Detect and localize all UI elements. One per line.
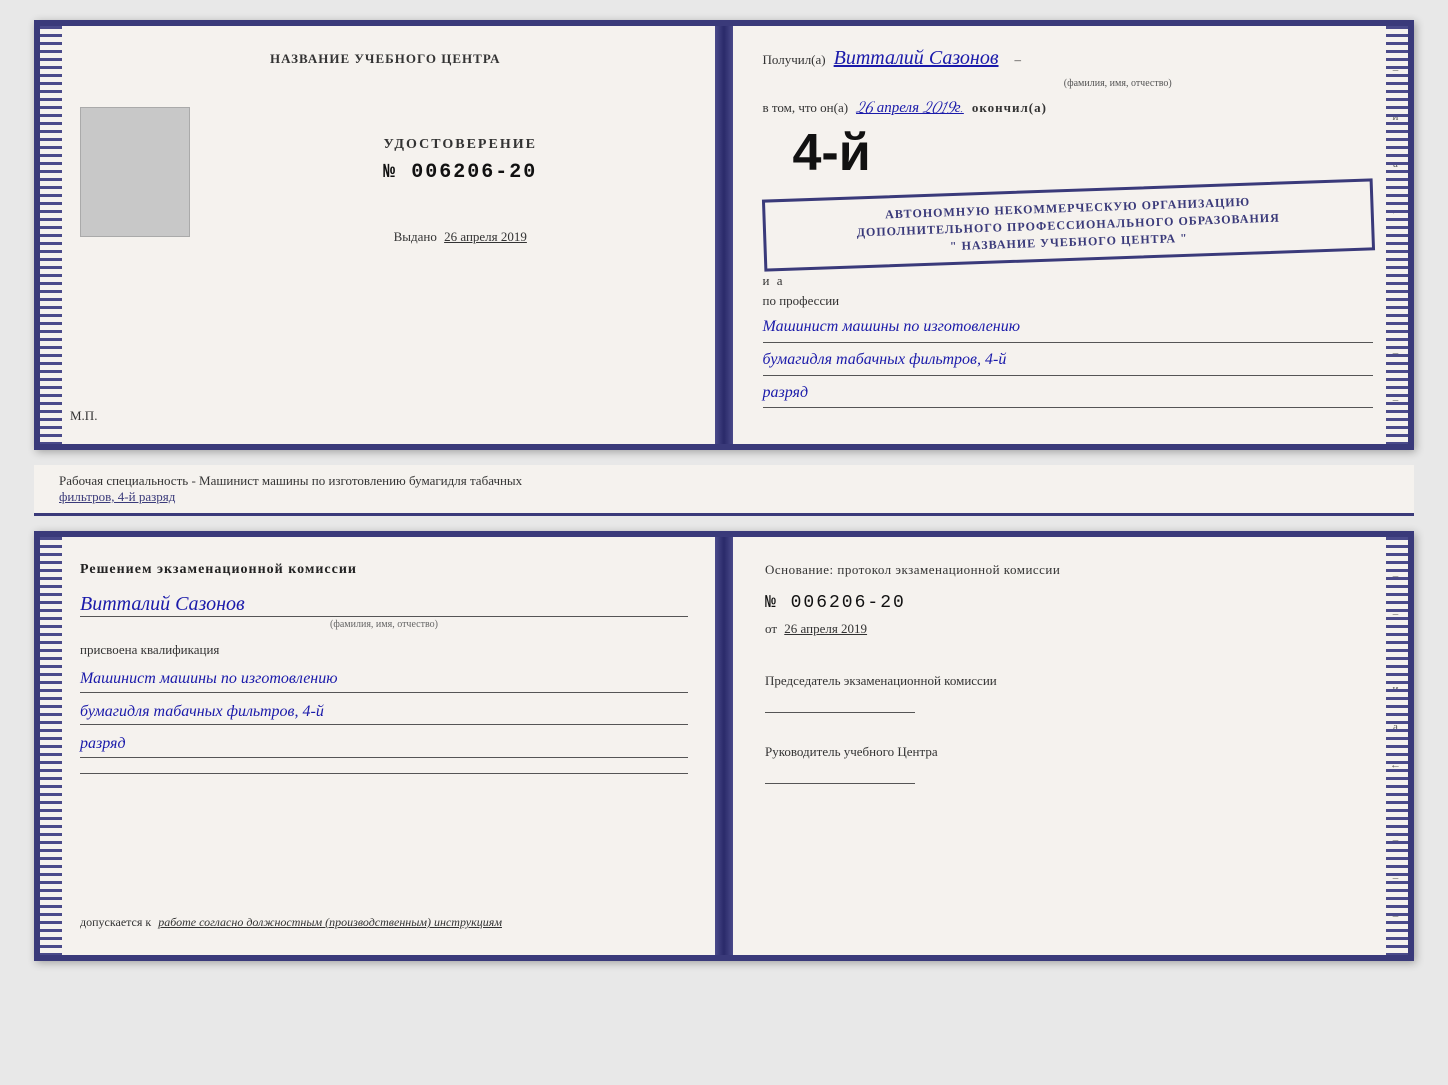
info-bar: Рабочая специальность - Машинист машины … xyxy=(34,465,1414,516)
left-body: УДОСТОВЕРЕНИЕ № 006206-20 Выдано 26 апре… xyxy=(80,107,691,245)
recipient-name: Витталий Сазонов xyxy=(834,46,999,70)
date-line: от 26 апреля 2019 xyxy=(765,621,1373,637)
right-page-top: Получил(а) Витталий Сазонов – (фамилия, … xyxy=(723,26,1409,444)
left-text-block: УДОСТОВЕРЕНИЕ № 006206-20 Выдано 26 апре… xyxy=(230,107,691,245)
por-label: а xyxy=(777,273,783,288)
empty-underline xyxy=(80,764,688,774)
bottom-fio-caption: (фамилия, имя, отчество) xyxy=(80,619,688,630)
bottom-right-page: Основание: протокол экзаменационной коми… xyxy=(725,537,1408,955)
qual-line3: разряд xyxy=(80,731,688,758)
chairman-label: Председатель экзаменационной комиссии xyxy=(765,672,1373,690)
basis-label: Основание: протокол экзаменационной коми… xyxy=(765,562,1373,578)
profession-line3: разряд xyxy=(763,380,1374,409)
issued-line: Выдано 26 апреля 2019 xyxy=(394,229,527,245)
protocol-number: № 006206-20 xyxy=(765,593,1373,613)
stamp-box: АВТОНОМНУЮ НЕКОММЕРЧЕСКУЮ ОРГАНИЗАЦИЮ ДО… xyxy=(761,178,1374,272)
cert-title-block: УДОСТОВЕРЕНИЕ № 006206-20 xyxy=(383,137,537,184)
director-sig-line xyxy=(765,766,915,784)
chairman-block: Председатель экзаменационной комиссии xyxy=(765,672,1373,728)
mp-label: М.П. xyxy=(70,408,97,424)
right-border-deco xyxy=(1386,26,1408,444)
info-bar-underline: фильтров, 4-й разряд xyxy=(59,489,175,504)
conjunction: и а xyxy=(763,273,1374,289)
completed-label: окончил(а) xyxy=(972,100,1047,116)
bottom-left-border-deco xyxy=(40,537,62,955)
date-prefix: от xyxy=(765,621,777,636)
info-bar-label: Рабочая специальность - Машинист машины … xyxy=(59,473,522,488)
допускается-prefix: допускается к xyxy=(80,915,151,929)
photo-placeholder xyxy=(80,107,190,237)
rank-big: 4-й xyxy=(793,127,1374,179)
fio-caption-top: (фамилия, имя, отчество) xyxy=(863,78,1374,89)
bottom-right-border-deco xyxy=(1386,537,1408,955)
left-header: НАЗВАНИЕ УЧЕБНОГО ЦЕНТРА xyxy=(270,51,501,67)
received-label: Получил(а) xyxy=(763,52,826,68)
bottom-document: Решением экзаменационной комиссии Виттал… xyxy=(34,531,1414,961)
qual-line2: бумагидля табачных фильтров, 4-й xyxy=(80,699,688,726)
issued-label: Выдано xyxy=(394,229,437,244)
top-document: НАЗВАНИЕ УЧЕБНОГО ЦЕНТРА УДОСТОВЕРЕНИЕ №… xyxy=(34,20,1414,450)
director-label: Руководитель учебного Центра xyxy=(765,743,1373,761)
profession-line1: Машинист машины по изготовлению xyxy=(763,314,1374,343)
director-block: Руководитель учебного Центра xyxy=(765,743,1373,799)
cert-number: № 006206-20 xyxy=(383,161,537,184)
bottom-left-page: Решением экзаменационной комиссии Виттал… xyxy=(40,537,725,955)
profession-label: по профессии xyxy=(763,293,1374,309)
received-row: Получил(а) Витталий Сазонов – xyxy=(763,46,1374,70)
допускается-text: работе согласно должностным (производств… xyxy=(158,915,502,929)
bottom-left-title: Решением экзаменационной комиссии xyxy=(80,562,688,578)
допускается-line: допускается к работе согласно должностны… xyxy=(80,915,688,930)
bottom-recipient-name: Витталий Сазонов xyxy=(80,593,688,617)
bottom-spine-divider xyxy=(715,537,733,955)
spine-divider xyxy=(715,26,733,444)
in-that-label: в том, что он(а) xyxy=(763,100,849,116)
date-value: 26 апреля 2019 xyxy=(784,621,867,636)
chairman-sig-line xyxy=(765,695,915,713)
cert-title: УДОСТОВЕРЕНИЕ xyxy=(383,137,537,153)
profession-line2: бумагидля табачных фильтров, 4-й xyxy=(763,347,1374,376)
issued-date: 26 апреля 2019 xyxy=(444,229,527,244)
qual-line1: Машинист машины по изготовлению xyxy=(80,666,688,693)
inthat-row: в том, что он(а) 26 апреля 2019г. окончи… xyxy=(763,99,1374,117)
completed-date: 26 апреля 2019г. xyxy=(856,99,964,117)
dash-after-name: – xyxy=(1015,52,1022,68)
left-page-top: НАЗВАНИЕ УЧЕБНОГО ЦЕНТРА УДОСТОВЕРЕНИЕ №… xyxy=(40,26,723,444)
assigned-label: присвоена квалификация xyxy=(80,642,688,658)
